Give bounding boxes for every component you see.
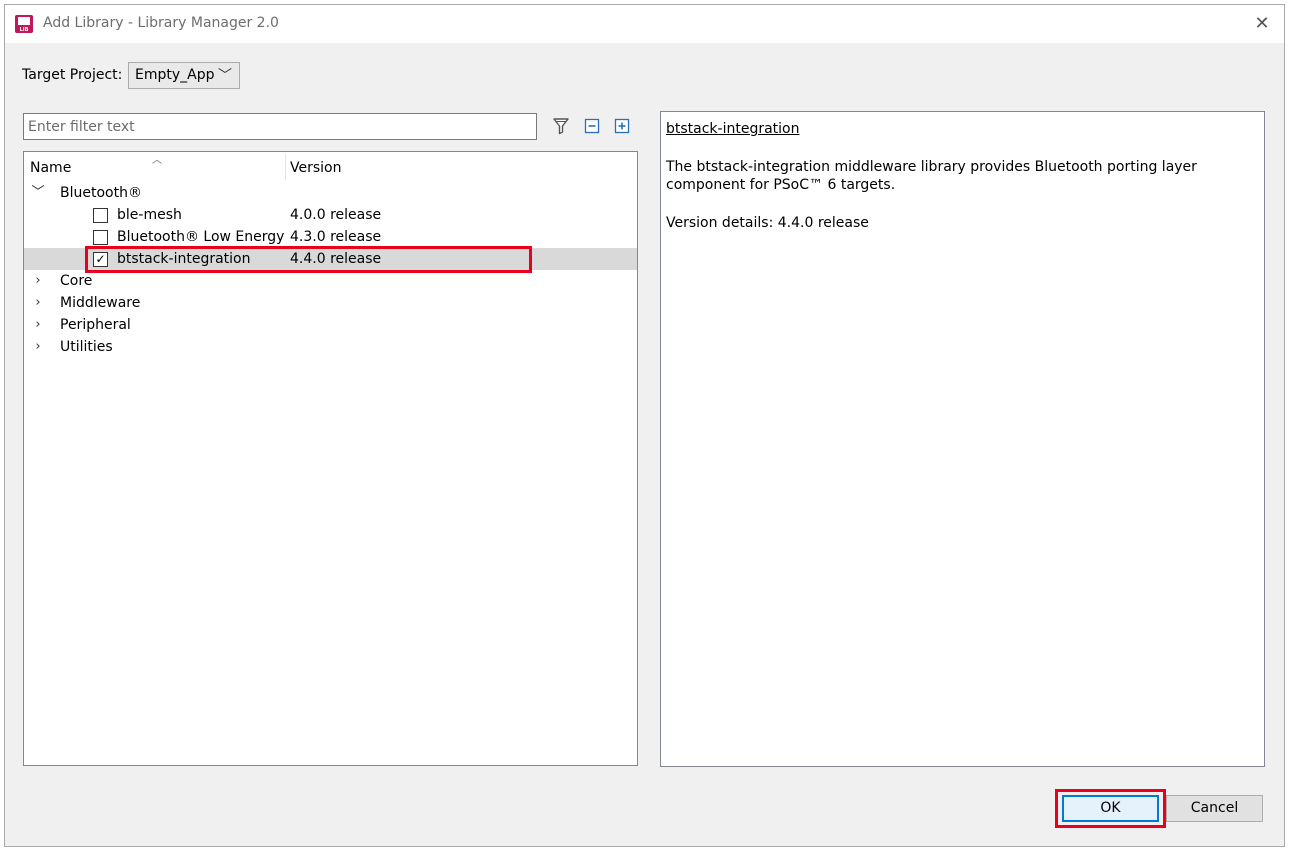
tree-category-peripheral[interactable]: › Peripheral [24, 314, 637, 336]
checkbox-ble-mesh[interactable] [93, 208, 108, 223]
category-label: Utilities [60, 339, 113, 355]
tree-item-ble-mesh[interactable]: ble-mesh 4.0.0 release [24, 204, 637, 226]
chevron-right-icon[interactable]: › [31, 292, 45, 314]
dialog-window: LIB Add Library - Library Manager 2.0 ✕ … [4, 4, 1285, 847]
library-name: ble-mesh [117, 207, 182, 223]
category-label: Middleware [60, 295, 141, 311]
library-version: 4.4.0 release [290, 251, 382, 267]
details-title[interactable]: btstack-integration [666, 120, 1259, 138]
close-icon[interactable]: ✕ [1250, 12, 1274, 36]
chevron-down-icon: ﹀ [218, 68, 232, 84]
tree-header: ︿ Name Version [24, 152, 637, 182]
target-project-select[interactable]: Empty_App ﹀ [128, 62, 240, 89]
sort-ascending-icon: ︿ [152, 155, 162, 166]
chevron-down-icon[interactable]: ﹀ [31, 182, 45, 204]
column-divider[interactable] [285, 154, 286, 180]
details-description: The btstack-integration middleware libra… [666, 159, 1197, 193]
ok-button[interactable]: OK [1062, 795, 1159, 822]
tree-category-middleware[interactable]: › Middleware [24, 292, 637, 314]
library-name: btstack-integration [117, 251, 251, 267]
filter-input[interactable] [23, 113, 537, 140]
target-project-label: Target Project: [22, 67, 123, 83]
category-label: Core [60, 273, 93, 289]
collapse-all-icon[interactable] [583, 117, 601, 135]
library-details-panel: btstack-integration The btstack-integrat… [660, 111, 1265, 767]
chevron-right-icon[interactable]: › [31, 270, 45, 292]
window-title: Add Library - Library Manager 2.0 [43, 15, 279, 31]
tree-category-bluetooth[interactable]: ﹀ Bluetooth® [24, 182, 637, 204]
filter-icon[interactable] [552, 117, 570, 135]
checkbox-bluetooth-low-energy[interactable] [93, 230, 108, 245]
target-project-value: Empty_App [135, 67, 215, 83]
library-manager-app-icon: LIB [15, 15, 33, 33]
chevron-right-icon[interactable]: › [31, 336, 45, 358]
checkbox-btstack-integration[interactable]: ✓ [93, 252, 108, 267]
category-label: Bluetooth® [60, 185, 142, 201]
tree-item-btstack-integration[interactable]: ✓ btstack-integration 4.4.0 release [24, 248, 637, 270]
library-tree: ︿ Name Version ﹀ Bluetooth® ble-mesh 4.0… [23, 151, 638, 766]
column-header-name[interactable]: Name [30, 160, 71, 176]
chevron-right-icon[interactable]: › [31, 314, 45, 336]
app-icon-label: LIB [19, 27, 29, 33]
title-bar: LIB Add Library - Library Manager 2.0 ✕ [5, 5, 1284, 43]
library-name: Bluetooth® Low Energy [117, 229, 285, 245]
tree-item-bluetooth-low-energy[interactable]: Bluetooth® Low Energy 4.3.0 release [24, 226, 637, 248]
column-header-version[interactable]: Version [290, 160, 341, 176]
cancel-button[interactable]: Cancel [1166, 795, 1263, 822]
tree-category-utilities[interactable]: › Utilities [24, 336, 637, 358]
category-label: Peripheral [60, 317, 131, 333]
expand-all-icon[interactable] [613, 117, 631, 135]
details-version: Version details: 4.4.0 release [666, 215, 869, 231]
library-version: 4.3.0 release [290, 229, 382, 245]
tree-category-core[interactable]: › Core [24, 270, 637, 292]
library-version: 4.0.0 release [290, 207, 382, 223]
